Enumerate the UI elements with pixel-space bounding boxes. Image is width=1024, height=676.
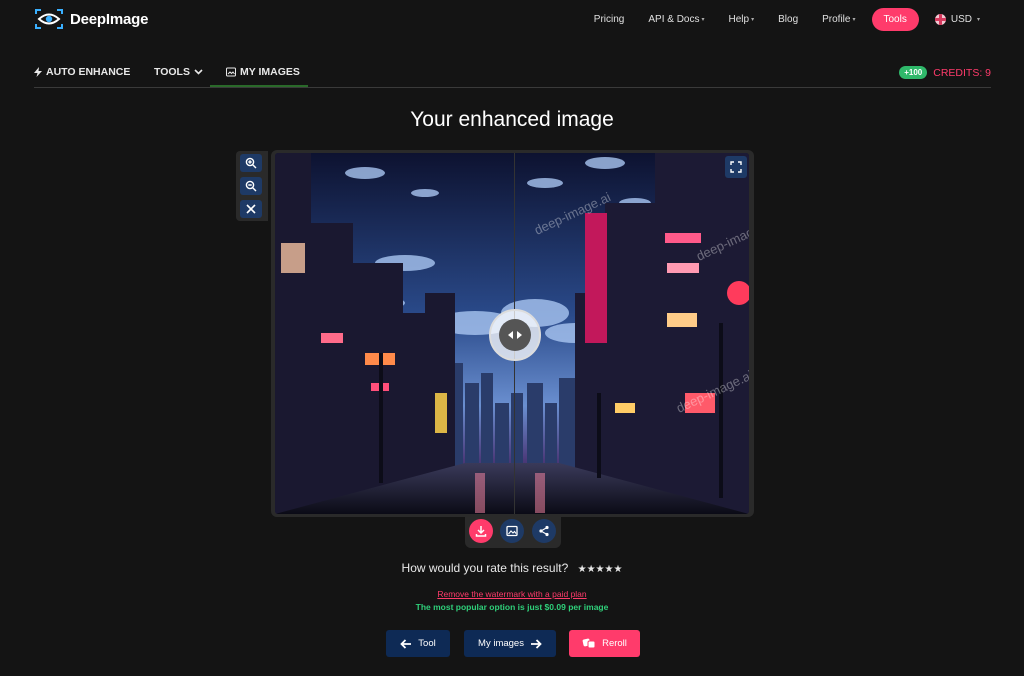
logo-eye-icon bbox=[35, 9, 63, 29]
reset-zoom-button[interactable] bbox=[240, 200, 262, 218]
nav-blog-label: Blog bbox=[778, 14, 799, 25]
tab-auto-enhance[interactable]: AUTO ENHANCE bbox=[34, 66, 130, 78]
close-icon bbox=[246, 204, 256, 214]
nav-pricing[interactable]: Pricing bbox=[594, 14, 625, 25]
fullscreen-button[interactable] bbox=[725, 156, 747, 178]
reroll-button-label: Reroll bbox=[602, 638, 627, 649]
zoom-out-button[interactable] bbox=[240, 177, 262, 195]
currency-selector[interactable]: USD ▾ bbox=[934, 14, 980, 25]
tab-tools[interactable]: TOOLS bbox=[154, 66, 203, 78]
reroll-button[interactable]: Reroll bbox=[569, 630, 640, 657]
nav-help[interactable]: Help ▾ bbox=[729, 14, 755, 25]
pricing-hint: The most popular option is just $0.09 pe… bbox=[415, 602, 609, 612]
fullscreen-icon bbox=[730, 161, 742, 173]
brand-name: DeepImage bbox=[70, 10, 149, 28]
tab-auto-enhance-label: AUTO ENHANCE bbox=[46, 66, 131, 78]
zoom-out-icon bbox=[245, 180, 257, 192]
credits-display: +100 CREDITS: 9 bbox=[899, 66, 991, 79]
nav-pricing-label: Pricing bbox=[593, 14, 625, 25]
tab-tools-label: TOOLS bbox=[154, 66, 190, 78]
remove-watermark-link[interactable]: Remove the watermark with a paid plan bbox=[0, 589, 1024, 599]
zoom-in-icon bbox=[245, 157, 257, 169]
nav-profile-label: Profile bbox=[822, 14, 851, 25]
bolt-icon bbox=[34, 67, 42, 77]
image-icon bbox=[506, 525, 518, 537]
nav-profile[interactable]: Profile ▾ bbox=[822, 14, 855, 25]
globe-icon bbox=[934, 14, 946, 25]
nav-api-docs[interactable]: API & Docs ▾ bbox=[648, 14, 704, 25]
rating-stars[interactable]: ★★★★★ bbox=[578, 564, 623, 575]
gallery-icon bbox=[226, 67, 236, 77]
chevron-down-icon bbox=[194, 69, 203, 75]
download-button[interactable] bbox=[469, 519, 493, 543]
chevron-down-icon: ▾ bbox=[852, 17, 856, 23]
rating-question: How would you rate this result? bbox=[401, 561, 569, 575]
my-images-button[interactable]: My images bbox=[464, 630, 556, 657]
my-images-button-label: My images bbox=[478, 638, 524, 649]
arrow-right-icon bbox=[530, 638, 542, 649]
brand-logo[interactable]: DeepImage bbox=[34, 8, 148, 30]
zoom-controls bbox=[236, 151, 268, 221]
share-button[interactable] bbox=[532, 519, 556, 543]
compare-arrows-icon bbox=[499, 319, 531, 351]
tool-tabs-bar: AUTO ENHANCE TOOLS MY IMAGES +100 CREDIT… bbox=[34, 62, 991, 88]
main-nav: Pricing API & Docs ▾ Help ▾ Blog Profile ▾ … bbox=[570, 8, 980, 31]
download-icon bbox=[475, 526, 487, 537]
back-to-tool-button[interactable]: Tool bbox=[386, 630, 450, 657]
active-tab-indicator bbox=[210, 85, 308, 87]
page-title: Your enhanced image bbox=[410, 108, 614, 131]
tools-button[interactable]: Tools bbox=[871, 8, 919, 31]
share-icon bbox=[539, 525, 549, 537]
add-credits-badge[interactable]: +100 bbox=[899, 66, 928, 79]
view-image-button[interactable] bbox=[500, 519, 524, 543]
rating-prompt: How would you rate this result? ★★★★★ bbox=[0, 561, 1024, 575]
tab-my-images-label: MY IMAGES bbox=[240, 66, 300, 78]
tool-button-label: Tool bbox=[418, 638, 436, 649]
nav-help-label: Help bbox=[728, 14, 750, 25]
tab-my-images[interactable]: MY IMAGES bbox=[226, 66, 300, 78]
credits-count: CREDITS: 9 bbox=[933, 66, 991, 79]
compare-slider-handle[interactable] bbox=[489, 309, 541, 361]
arrow-left-icon bbox=[400, 638, 412, 649]
zoom-in-button[interactable] bbox=[240, 154, 262, 172]
nav-blog[interactable]: Blog bbox=[778, 14, 798, 25]
nav-api-docs-label: API & Docs bbox=[648, 14, 700, 25]
currency-label: USD bbox=[950, 14, 972, 25]
chevron-down-icon: ▾ bbox=[976, 17, 980, 23]
reroll-icon bbox=[582, 638, 596, 649]
chevron-down-icon: ▾ bbox=[751, 17, 755, 23]
top-navigation: DeepImage Pricing API & Docs ▾ Help ▾ Blog… bbox=[0, 0, 1024, 40]
chevron-down-icon: ▾ bbox=[701, 17, 705, 23]
